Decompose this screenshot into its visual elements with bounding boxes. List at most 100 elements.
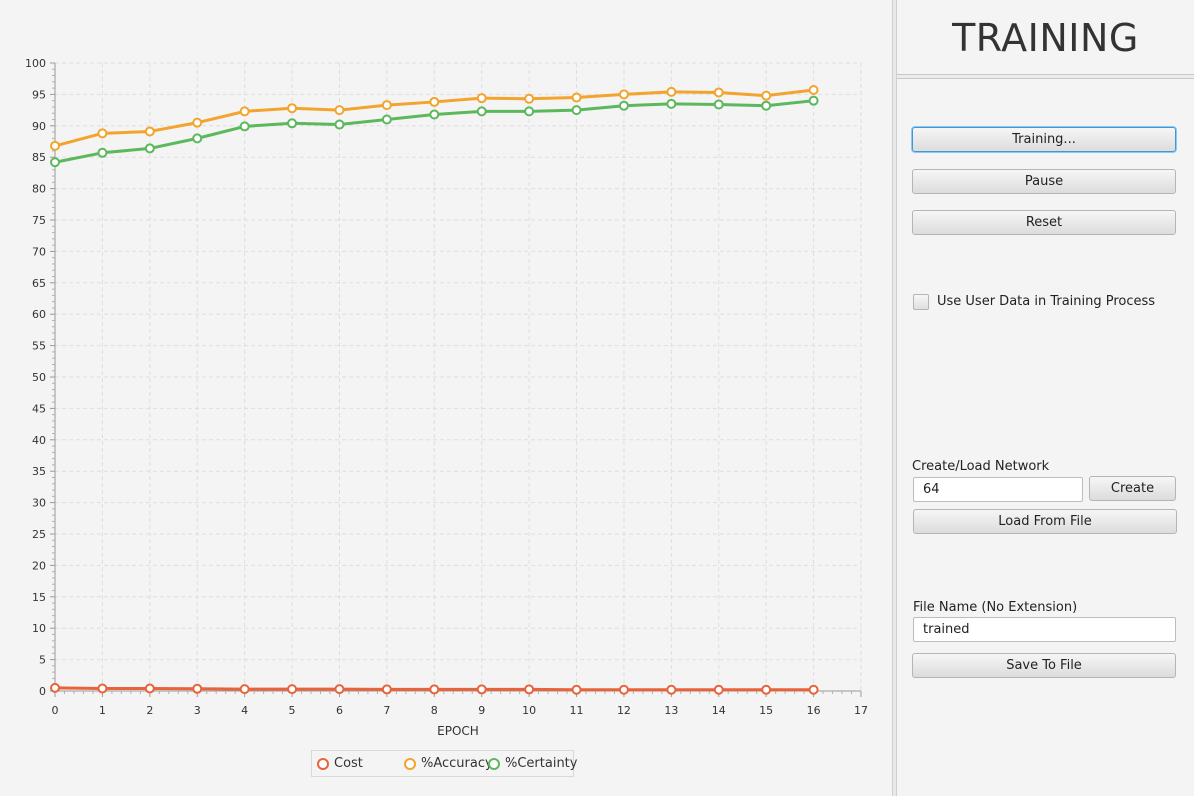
training-chart: 0 5 10 15 20 25 30 35 40 45 50 55 60 65 70 75 80 85 90 95 10…: [0, 0, 892, 796]
x-tick-label: 5: [289, 704, 296, 717]
data-point: [287, 118, 298, 129]
data-point: [571, 105, 582, 116]
create-button[interactable]: Create: [1089, 476, 1176, 501]
x-tick-label: 9: [478, 704, 485, 717]
data-point: [381, 684, 392, 695]
data-point: [192, 683, 203, 694]
x-tick-label: 10: [522, 704, 536, 717]
data-point: [666, 86, 677, 97]
x-tick-label: 15: [759, 704, 773, 717]
data-point: [666, 684, 677, 695]
data-point: [381, 100, 392, 111]
y-tick-label: 30: [32, 497, 46, 510]
data-point: [287, 103, 298, 114]
data-point: [239, 684, 250, 695]
x-tick-label: 17: [854, 704, 868, 717]
network-size-input[interactable]: 64: [913, 477, 1083, 502]
training-side-panel: TRAINING Training... Pause Reset Use Use…: [897, 0, 1194, 796]
use-user-data-label: Use User Data in Training Process: [937, 294, 1156, 309]
chart-legend: Cost %Accuracy %Certainty: [311, 750, 578, 777]
data-point: [287, 684, 298, 695]
data-point: [50, 682, 60, 693]
data-point: [50, 140, 60, 151]
data-point: [476, 93, 487, 104]
title-separator: [897, 74, 1194, 79]
x-tick-label: 11: [570, 704, 584, 717]
y-tick-label: 40: [32, 434, 46, 447]
save-to-file-button[interactable]: Save To File: [912, 653, 1176, 678]
data-point: [571, 684, 582, 695]
data-point: [524, 684, 535, 695]
y-tick-label: 70: [32, 245, 46, 258]
use-user-data-checkbox[interactable]: [913, 294, 929, 310]
y-tick-label: 0: [39, 685, 46, 698]
data-point: [808, 95, 819, 106]
x-axis-title: EPOCH: [437, 724, 479, 738]
x-tick-label: 3: [194, 704, 201, 717]
y-tick-label: 75: [32, 214, 46, 227]
legend-item: %Accuracy: [404, 756, 493, 771]
y-tick-label: 35: [32, 465, 46, 478]
x-tick-label: 7: [383, 704, 390, 717]
data-point: [429, 109, 440, 120]
data-point: [192, 133, 203, 144]
legend-marker: [488, 757, 500, 770]
legend-item: Cost: [317, 756, 363, 771]
data-point: [50, 157, 60, 168]
data-point: [97, 128, 108, 139]
data-point: [97, 147, 108, 158]
y-tick-label: 5: [39, 654, 46, 667]
x-tick-label: 14: [712, 704, 726, 717]
filename-label: File Name (No Extension): [913, 600, 1078, 615]
x-tick-label: 2: [146, 704, 153, 717]
x-tick-label: 0: [52, 704, 59, 717]
data-point: [144, 126, 155, 137]
data-point: [618, 100, 629, 111]
x-tick-label: 16: [807, 704, 821, 717]
y-tick-label: 80: [32, 183, 46, 196]
line-chart-svg: 0510152025303540455055606570758085909510…: [25, 57, 868, 738]
x-tick-label: 12: [617, 704, 631, 717]
legend-label: %Certainty: [505, 756, 578, 771]
legend-marker: [317, 757, 329, 770]
data-point: [761, 90, 772, 101]
data-point: [618, 684, 629, 695]
load-from-file-button[interactable]: Load From File: [913, 509, 1177, 534]
data-point: [381, 114, 392, 125]
y-tick-label: 65: [32, 277, 46, 290]
y-tick-label: 15: [32, 591, 46, 604]
data-point: [476, 684, 487, 695]
data-point: [429, 684, 440, 695]
data-point: [524, 93, 535, 104]
data-point: [192, 117, 203, 128]
y-tick-label: 50: [32, 371, 46, 384]
data-point: [808, 684, 819, 695]
y-tick-label: 90: [32, 120, 46, 133]
y-tick-label: 60: [32, 308, 46, 321]
y-tick-label: 95: [32, 88, 46, 101]
y-tick-label: 85: [32, 151, 46, 164]
y-tick-label: 20: [32, 559, 46, 572]
x-tick-label: 1: [99, 704, 106, 717]
reset-button[interactable]: Reset: [912, 210, 1176, 235]
x-tick-label: 8: [431, 704, 438, 717]
data-point: [713, 87, 724, 98]
pause-button[interactable]: Pause: [912, 169, 1176, 194]
y-tick-label: 100: [25, 57, 46, 70]
y-tick-label: 55: [32, 340, 46, 353]
x-tick-label: 6: [336, 704, 343, 717]
legend-label: Cost: [334, 756, 363, 771]
legend-marker: [404, 757, 416, 770]
data-point: [618, 89, 629, 100]
data-point: [429, 96, 440, 107]
filename-input[interactable]: trained: [913, 617, 1176, 642]
data-point: [334, 105, 345, 116]
y-tick-label: 45: [32, 402, 46, 415]
x-tick-label: 13: [664, 704, 678, 717]
data-point: [144, 683, 155, 694]
data-point: [524, 106, 535, 117]
y-tick-label: 25: [32, 528, 46, 541]
data-point: [761, 100, 772, 111]
data-point: [761, 684, 772, 695]
training-button[interactable]: Training...: [912, 127, 1176, 152]
